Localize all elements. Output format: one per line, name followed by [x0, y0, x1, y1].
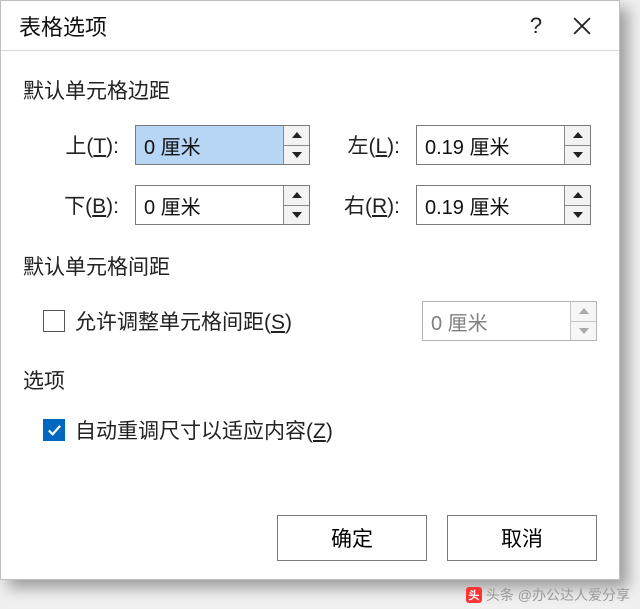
top-margin-spinner [283, 126, 309, 164]
allow-spacing-checkbox[interactable] [43, 310, 65, 332]
help-button[interactable]: ? [513, 6, 559, 46]
chevron-down-icon [292, 152, 302, 158]
options-section-label: 选项 [23, 365, 597, 395]
close-button[interactable] [559, 6, 605, 46]
top-label: 上(T): [43, 130, 121, 160]
chevron-down-icon [573, 212, 583, 218]
chevron-down-icon [573, 152, 583, 158]
bottom-margin-decrement[interactable] [284, 206, 309, 225]
chevron-down-icon [579, 328, 589, 334]
top-margin-increment[interactable] [284, 126, 309, 146]
table-options-dialog: 表格选项 ? 默认单元格边距 上(T): 0 厘米 左(L): 0.19 厘米 [0, 0, 620, 580]
auto-resize-checkbox[interactable] [43, 419, 65, 441]
left-label: 左(L): [324, 130, 402, 160]
left-margin-spinner [564, 126, 590, 164]
chevron-up-icon [573, 132, 583, 138]
top-margin-decrement[interactable] [284, 146, 309, 165]
bottom-margin-input[interactable]: 0 厘米 [135, 185, 310, 225]
bottom-margin-spinner [283, 186, 309, 224]
watermark-logo-icon: 头 [466, 587, 482, 603]
dialog-title: 表格选项 [19, 10, 513, 42]
cell-spacing-spinner [570, 302, 596, 340]
titlebar: 表格选项 ? [1, 1, 619, 51]
bottom-margin-value[interactable]: 0 厘米 [136, 186, 283, 224]
left-margin-value[interactable]: 0.19 厘米 [417, 126, 564, 164]
ok-button[interactable]: 确定 [277, 515, 427, 561]
chevron-up-icon [573, 192, 583, 198]
allow-spacing-label[interactable]: 允许调整单元格间距(S) [75, 306, 292, 336]
spacing-row: 允许调整单元格间距(S) 0 厘米 [43, 301, 597, 341]
dialog-footer: 确定 取消 [277, 515, 597, 561]
auto-resize-label[interactable]: 自动重调尺寸以适应内容(Z) [75, 415, 333, 445]
default-margins-label: 默认单元格边距 [23, 75, 597, 105]
right-label: 右(R): [324, 190, 402, 220]
bottom-label: 下(B): [43, 190, 121, 220]
chevron-up-icon [292, 132, 302, 138]
right-margin-decrement[interactable] [565, 206, 590, 225]
left-margin-input[interactable]: 0.19 厘米 [416, 125, 591, 165]
close-icon [573, 17, 591, 35]
right-margin-input[interactable]: 0.19 厘米 [416, 185, 591, 225]
left-margin-increment[interactable] [565, 126, 590, 146]
right-margin-value[interactable]: 0.19 厘米 [417, 186, 564, 224]
cell-spacing-input: 0 厘米 [422, 301, 597, 341]
cell-spacing-increment [571, 302, 596, 322]
right-margin-spinner [564, 186, 590, 224]
allow-spacing-option[interactable]: 允许调整单元格间距(S) [43, 306, 292, 336]
watermark-text: 头条 @办公达人爱分享 [486, 585, 630, 605]
cell-spacing-value: 0 厘米 [423, 302, 570, 340]
options-row: 自动重调尺寸以适应内容(Z) [43, 415, 597, 445]
watermark: 头 头条 @办公达人爱分享 [466, 585, 630, 605]
auto-resize-option[interactable]: 自动重调尺寸以适应内容(Z) [43, 415, 597, 445]
chevron-up-icon [292, 192, 302, 198]
cancel-button[interactable]: 取消 [447, 515, 597, 561]
top-margin-value[interactable]: 0 厘米 [136, 126, 283, 164]
right-margin-increment[interactable] [565, 186, 590, 206]
left-margin-decrement[interactable] [565, 146, 590, 165]
margins-grid: 上(T): 0 厘米 左(L): 0.19 厘米 下(B): 0 厘米 [43, 125, 597, 225]
top-margin-input[interactable]: 0 厘米 [135, 125, 310, 165]
chevron-up-icon [579, 308, 589, 314]
chevron-down-icon [292, 212, 302, 218]
cell-spacing-decrement [571, 322, 596, 341]
default-spacing-label: 默认单元格间距 [23, 251, 597, 281]
bottom-margin-increment[interactable] [284, 186, 309, 206]
checkmark-icon [47, 423, 62, 438]
